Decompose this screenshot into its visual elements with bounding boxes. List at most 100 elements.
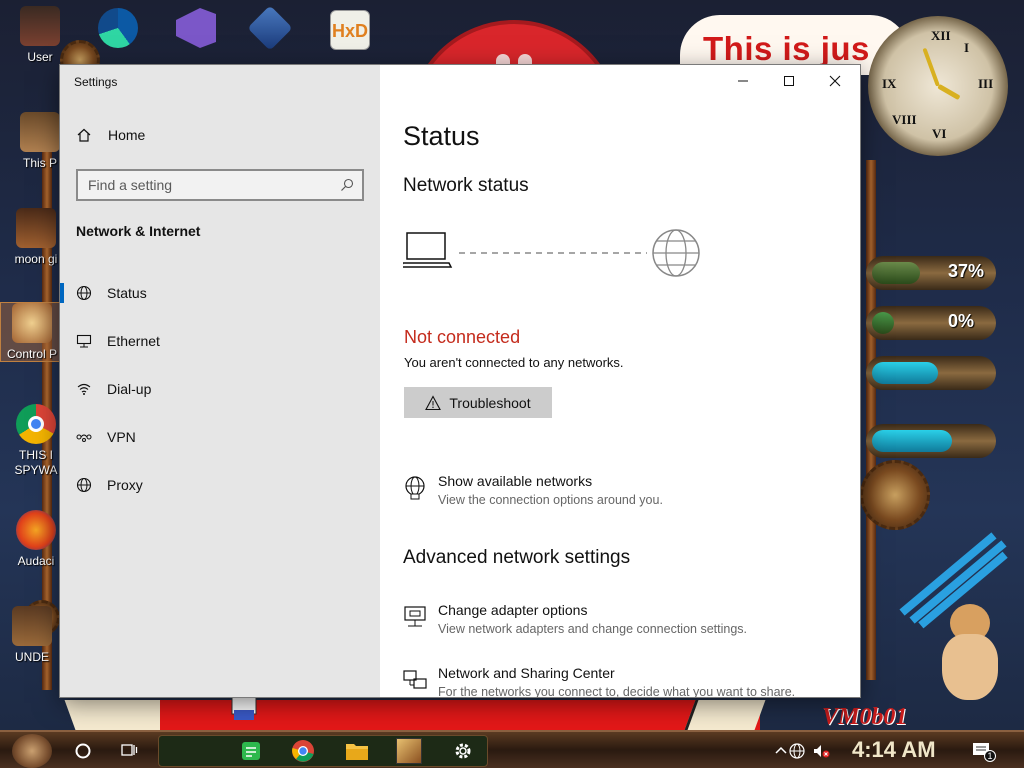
desktop-icon-unde[interactable]: UNDE	[0, 606, 64, 664]
hxd-icon: HxD	[330, 10, 370, 50]
this-pc-icon	[20, 112, 60, 152]
folder-icon	[346, 744, 368, 760]
home-nav-button[interactable]: Home	[76, 127, 145, 143]
globe-icon	[76, 477, 92, 493]
search-box[interactable]	[76, 169, 364, 201]
maximize-button[interactable]	[766, 65, 812, 97]
minimize-button[interactable]	[720, 65, 766, 97]
taskbar-app-explorer[interactable]	[342, 736, 372, 766]
laptop-icon	[403, 232, 453, 268]
change-adapter-options-link[interactable]: Change adapter options View network adap…	[402, 602, 747, 636]
start-button[interactable]	[12, 734, 52, 768]
desktop-icon-audacity[interactable]: Audaci	[4, 510, 68, 568]
search-input[interactable]	[78, 171, 328, 199]
nav-item-dialup[interactable]: Dial-up	[60, 365, 380, 413]
app-thumbnail-icon	[396, 738, 422, 764]
link-description: For the networks you connect to, decide …	[438, 685, 796, 697]
background-signature: VM0b01	[822, 704, 908, 730]
task-view-button[interactable]	[114, 736, 144, 766]
taskbar-clock[interactable]: 4:14 AM	[852, 737, 936, 763]
warning-icon	[425, 394, 442, 410]
close-icon	[829, 75, 841, 87]
page-title: Status	[403, 121, 480, 151]
desktop-icon-label: THIS I SPYWA	[14, 448, 58, 477]
taskbar-apps	[158, 735, 488, 767]
search-taskbar-button[interactable]	[68, 736, 98, 766]
settings-window: Settings Home Network & Internet Status	[60, 65, 860, 697]
search-icon[interactable]	[340, 178, 354, 192]
desktop-icon-chrome[interactable]: THIS I SPYWA	[4, 404, 68, 478]
nav-item-ethernet[interactable]: Ethernet	[60, 317, 380, 365]
link-description: View the connection options around you.	[438, 493, 663, 507]
adapter-icon	[404, 606, 426, 627]
clock-hour-hand	[937, 83, 961, 101]
desktop-icon-visual-studio[interactable]	[164, 8, 228, 48]
dialup-icon	[76, 381, 92, 397]
globe-no-internet-icon	[789, 743, 805, 759]
moon-icon	[16, 208, 56, 248]
network-globe-icon	[405, 476, 425, 500]
minimize-icon	[738, 80, 748, 82]
taskbar: 4:14 AM 1	[0, 730, 1024, 768]
tube-decoration	[878, 520, 1008, 629]
connection-status-description: You aren't connected to any networks.	[404, 355, 624, 370]
network-sharing-center-link[interactable]: Network and Sharing Center For the netwo…	[402, 665, 795, 697]
internet-globe-icon	[652, 229, 700, 277]
control-panel-icon	[12, 303, 52, 343]
task-view-icon	[121, 744, 138, 756]
ethernet-icon	[76, 333, 92, 349]
maximize-icon	[784, 76, 794, 86]
taskbar-app-settings[interactable]	[448, 736, 478, 766]
background-stripe	[684, 700, 766, 730]
desktop-icon-label: User	[27, 50, 53, 64]
notification-count-badge: 1	[984, 750, 996, 762]
nav-item-label: Proxy	[107, 477, 143, 493]
visual-studio-icon	[176, 8, 216, 48]
link-title: Change adapter options	[438, 602, 588, 618]
close-button[interactable]	[812, 65, 858, 97]
notifications-button[interactable]: 1	[972, 742, 996, 762]
nav-item-label: Ethernet	[107, 333, 160, 349]
pipe-decoration	[866, 160, 876, 680]
desktop-icon-control-panel[interactable]: Control P	[0, 302, 64, 362]
desktop-icon-user[interactable]: User	[8, 6, 72, 64]
memory-gauge: 0%	[866, 306, 996, 340]
speaker-muted-icon	[814, 745, 830, 758]
settings-sidebar: Settings Home Network & Internet Status	[60, 65, 380, 697]
taskbar-app-notes[interactable]	[236, 736, 266, 766]
user-folder-icon	[20, 6, 60, 46]
taskbar-app-chrome[interactable]	[288, 736, 318, 766]
chrome-icon	[292, 740, 314, 762]
desktop-icon-label: Control P	[6, 347, 58, 361]
hamster-image	[942, 604, 1004, 704]
nav-item-status[interactable]: Status	[60, 269, 380, 317]
gauge-fill	[872, 430, 952, 452]
nav-item-proxy[interactable]: Proxy	[60, 461, 380, 509]
link-title: Network and Sharing Center	[438, 665, 615, 681]
troubleshoot-button[interactable]: Troubleshoot	[404, 387, 552, 418]
taskbar-app-game[interactable]	[394, 736, 424, 766]
show-available-networks-link[interactable]: Show available networks View the connect…	[402, 473, 663, 507]
desktop-icon-virtualbox[interactable]	[238, 5, 302, 51]
background-text: This is jus	[703, 30, 870, 67]
audacity-icon	[16, 510, 56, 550]
gauge-fill	[872, 312, 894, 334]
desktop-icon-moon[interactable]: moon gi	[4, 208, 68, 266]
gear-icon	[455, 743, 471, 759]
network-nav-list: Status Ethernet Dial-up VPN Proxy	[60, 269, 380, 509]
section-title: Network & Internet	[76, 223, 201, 239]
desktop-icon-hxd[interactable]: HxD	[318, 10, 382, 50]
nav-item-vpn[interactable]: VPN	[60, 413, 380, 461]
gauge-percent: 0%	[948, 311, 975, 331]
desktop-icon-edge[interactable]	[86, 8, 150, 48]
unde-icon	[12, 606, 52, 646]
gauge-fill	[872, 362, 938, 384]
chrome-icon	[16, 404, 56, 444]
desktop-icon-label: moon gi	[14, 252, 58, 266]
network-diagram	[403, 229, 700, 277]
desktop-icon-label: UNDE	[14, 650, 49, 664]
settings-main-pane: Status Network status Not connected You …	[380, 65, 860, 697]
network-tray-button[interactable]	[788, 742, 806, 760]
volume-tray-button[interactable]	[812, 742, 830, 760]
network-status-heading: Network status	[403, 175, 529, 196]
